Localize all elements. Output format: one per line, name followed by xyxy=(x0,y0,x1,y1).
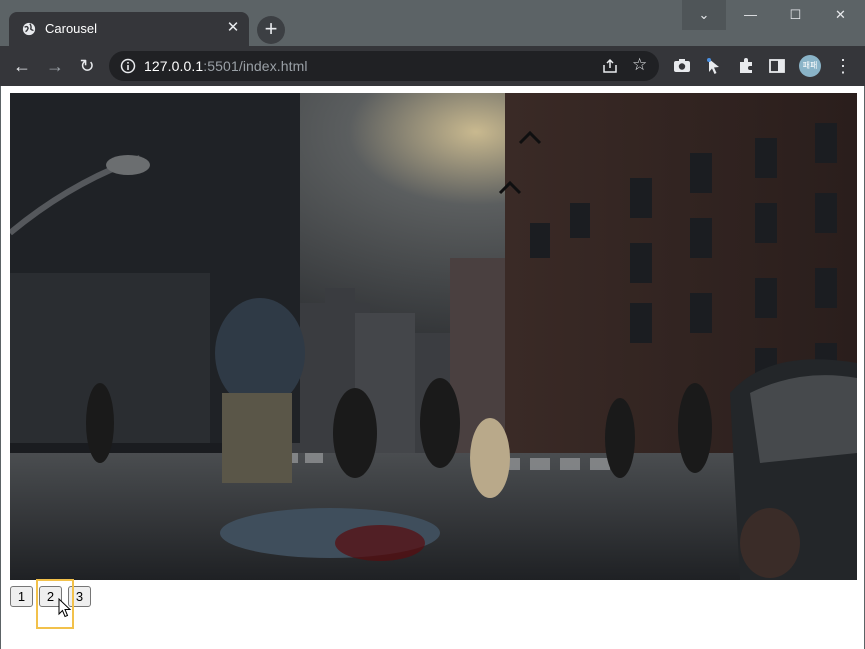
bookmark-star-icon[interactable]: ☆ xyxy=(632,56,650,74)
carousel-image xyxy=(10,93,857,580)
url-text: 127.0.0.1:5501/index.html xyxy=(144,58,308,74)
mouse-cursor-icon xyxy=(58,598,72,618)
back-button[interactable]: ← xyxy=(9,53,35,79)
tab-strip: Carousel ✕ + ⌄ — ☐ ✕ xyxy=(0,0,865,46)
page-viewport: 1 2 3 xyxy=(0,86,865,649)
cursor-extension-icon[interactable] xyxy=(704,56,724,76)
tab-close-icon[interactable]: ✕ xyxy=(225,20,241,36)
close-window-button[interactable]: ✕ xyxy=(818,0,863,30)
globe-icon xyxy=(22,22,36,36)
tab-search-button[interactable]: ⌄ xyxy=(682,0,726,30)
tab-title: Carousel xyxy=(45,21,98,36)
url-host: 127.0.0.1 xyxy=(144,58,204,74)
extensions-puzzle-icon[interactable] xyxy=(736,56,756,76)
share-icon[interactable] xyxy=(601,57,619,75)
address-bar[interactable]: 127.0.0.1:5501/index.html ☆ xyxy=(109,51,659,81)
url-path: :5501/index.html xyxy=(203,58,308,74)
carousel-button-1[interactable]: 1 xyxy=(10,586,33,607)
camera-icon[interactable] xyxy=(672,56,692,76)
side-panel-icon[interactable] xyxy=(767,56,787,76)
minimize-button[interactable]: — xyxy=(728,0,773,30)
reload-button[interactable]: ↻ xyxy=(74,53,100,79)
browser-toolbar: ← → ↻ 127.0.0.1:5501/index.html ☆ 패패 ⋮ xyxy=(0,46,865,86)
zombie-city-illustration xyxy=(10,93,857,580)
tab-carousel[interactable]: Carousel ✕ xyxy=(9,12,249,46)
maximize-button[interactable]: ☐ xyxy=(773,0,818,30)
forward-button[interactable]: → xyxy=(42,53,68,79)
new-tab-button[interactable]: + xyxy=(257,16,285,44)
info-icon[interactable] xyxy=(120,58,136,74)
browser-menu-icon[interactable]: ⋮ xyxy=(834,56,852,76)
profile-avatar[interactable]: 패패 xyxy=(799,55,821,77)
